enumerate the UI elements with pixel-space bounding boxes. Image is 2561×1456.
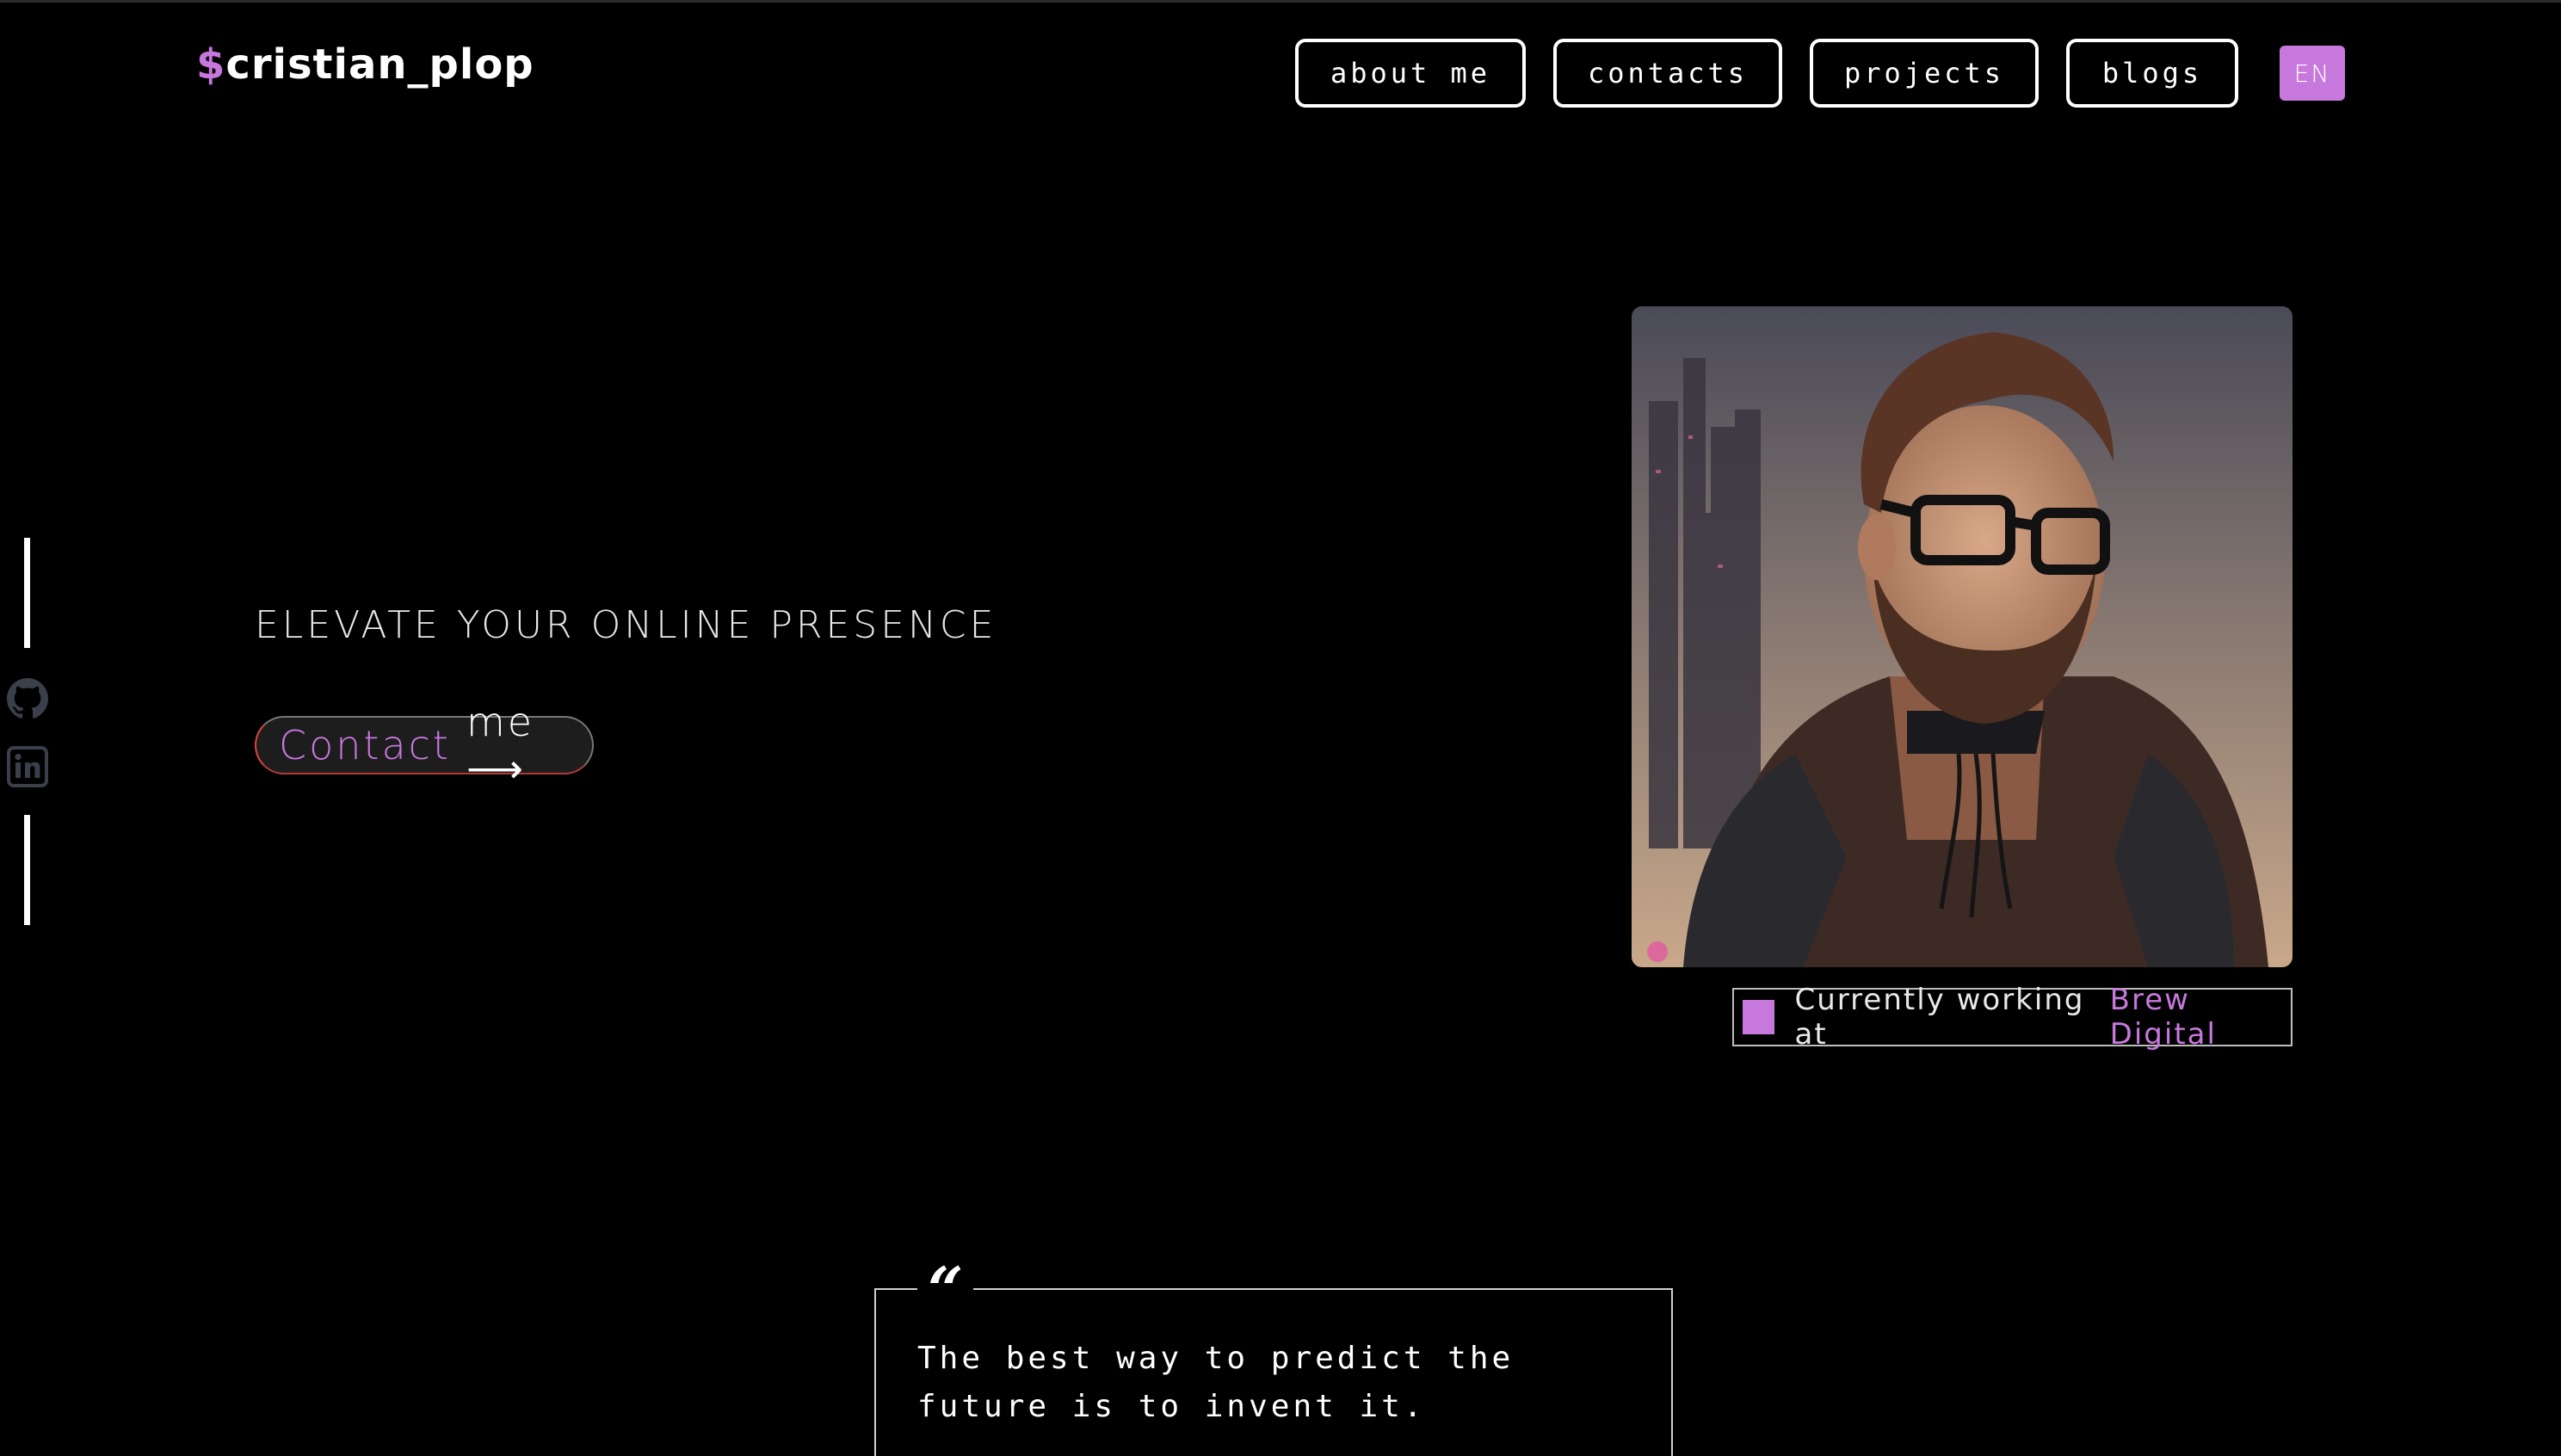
nav-blogs-button[interactable]: blogs [2066, 39, 2238, 108]
quote-text: The best way to predict the future is to… [917, 1341, 1515, 1424]
status-company: Brew Digital [2109, 983, 2217, 1052]
quote-mark-icon: “ [917, 1259, 974, 1321]
contact-me-button[interactable]: Contact me ⟶ [255, 699, 594, 792]
status-prefix: Currently working at [1794, 983, 2085, 1052]
nav-projects-button[interactable]: projects [1810, 39, 2039, 108]
github-icon[interactable] [7, 678, 48, 719]
site-logo[interactable]: $ cristian_plop [196, 40, 534, 89]
nav-about-button[interactable]: about me [1295, 39, 1526, 108]
social-rail-line-top [24, 538, 30, 648]
contact-button-accent-label: Contact [279, 722, 451, 768]
quote-block: “ The best way to predict the future is … [874, 1259, 1673, 1456]
hero-tagline: ELEVATE YOUR ONLINE PRESENCE [255, 603, 997, 647]
status-indicator-square [1743, 1000, 1774, 1034]
contact-button-label: me ⟶ [466, 699, 535, 792]
profile-portrait [1632, 306, 2293, 967]
nav-contacts-button[interactable]: contacts [1553, 39, 1782, 108]
main-nav: about me contacts projects blogs EN [1295, 39, 2345, 108]
logo-text: cristian_plop [225, 40, 534, 89]
logo-symbol: $ [196, 40, 226, 89]
current-work-status: Currently working at Brew Digital [1732, 983, 2293, 1052]
linkedin-icon[interactable] [7, 746, 48, 787]
language-selector[interactable]: EN [2280, 46, 2345, 101]
social-rail-line-bottom [24, 815, 30, 925]
